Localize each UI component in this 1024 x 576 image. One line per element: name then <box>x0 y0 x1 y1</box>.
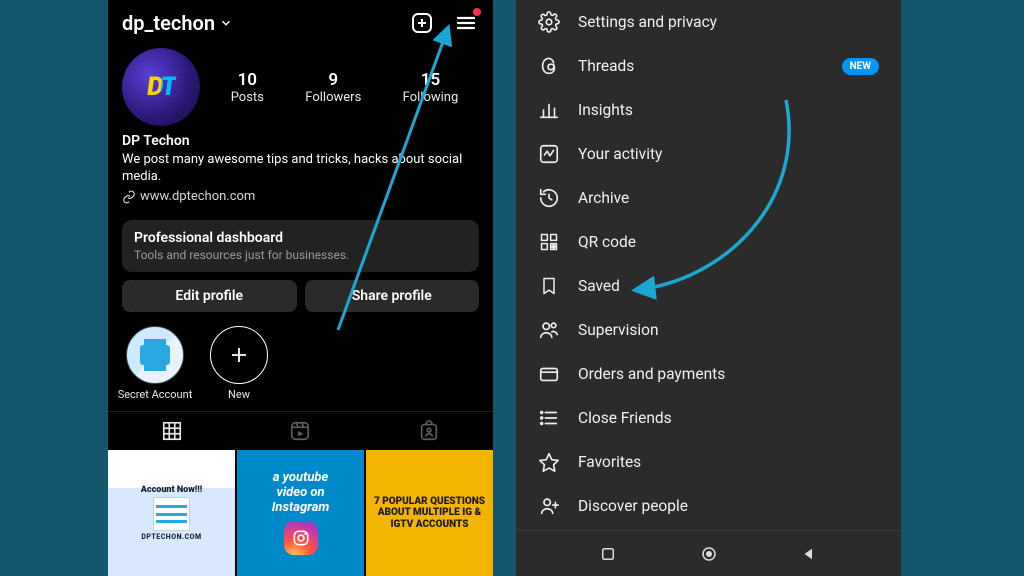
hamburger-menu-button[interactable] <box>453 10 479 36</box>
menu-item-label: Settings and privacy <box>578 13 717 31</box>
highlight-label: New <box>228 388 250 401</box>
android-recents-button[interactable] <box>599 545 617 563</box>
menu-item-qr-code[interactable]: QR code <box>516 220 901 264</box>
new-badge: NEW <box>842 58 879 75</box>
create-post-button[interactable] <box>409 10 435 36</box>
stat-following-label: Following <box>403 90 459 105</box>
favorites-icon <box>538 451 560 473</box>
stat-followers-label: Followers <box>305 90 361 105</box>
post2-line3: Instagram <box>272 501 330 516</box>
menu-item-archive[interactable]: Archive <box>516 176 901 220</box>
bio-website[interactable]: www.dptechon.com <box>122 188 479 206</box>
website-text: www.dptechon.com <box>140 188 255 206</box>
reels-tab[interactable] <box>287 418 313 444</box>
profile-content-tabs <box>108 411 493 450</box>
menu-item-label: Orders and payments <box>578 365 725 383</box>
pro-dash-subtitle: Tools and resources just for businesses. <box>134 248 467 262</box>
phone-menu: Settings and privacy Threads NEW Insights Yo… <box>516 0 901 576</box>
stat-following[interactable]: 15 Following <box>403 70 459 105</box>
menu-item-label: Discover people <box>578 497 688 515</box>
highlight-label: Secret Account <box>118 388 193 401</box>
menu-item-your-activity[interactable]: Your activity <box>516 132 901 176</box>
menu-item-label: Insights <box>578 101 633 119</box>
profile-action-buttons: Edit profile Share profile <box>108 280 493 312</box>
instagram-glyph-icon <box>284 521 318 555</box>
post-title: Account Now!!! <box>141 485 202 495</box>
closefriends-icon <box>538 407 560 429</box>
post2-line2: video on <box>276 486 324 501</box>
post-thumbnail[interactable]: 7 POPULAR QUESTIONS ABOUT MULTIPLE IG & … <box>366 450 493 576</box>
professional-dashboard-card[interactable]: Professional dashboard Tools and resourc… <box>122 220 479 272</box>
posts-grid: Account Now!!! DPTECHON.COM a youtube vi… <box>108 450 493 576</box>
android-home-button[interactable] <box>700 545 718 563</box>
discover-icon <box>538 495 560 517</box>
highlight-secret-account[interactable]: Secret Account <box>122 326 188 401</box>
menu-item-label: Supervision <box>578 321 659 339</box>
menu-item-orders-and-payments[interactable]: Orders and payments <box>516 352 901 396</box>
profile-header: dp_techon <box>108 0 493 42</box>
avatar-logo: DT <box>145 72 177 102</box>
grid-tab[interactable] <box>159 418 185 444</box>
menu-item-supervision[interactable]: Supervision <box>516 308 901 352</box>
post-thumbnail[interactable]: a youtube video on Instagram <box>237 450 364 576</box>
story-highlights: Secret Account New <box>108 312 493 407</box>
menu-item-label: Threads <box>578 57 634 75</box>
menu-item-saved[interactable]: Saved <box>516 264 901 308</box>
insights-icon <box>538 99 560 121</box>
highlight-thumb <box>126 326 184 384</box>
share-profile-button[interactable]: Share profile <box>305 280 480 312</box>
android-nav-bar <box>516 530 901 576</box>
menu-item-threads[interactable]: Threads NEW <box>516 44 901 88</box>
bio-text: We post many awesome tips and tricks, ha… <box>122 151 479 186</box>
supervision-icon <box>538 319 560 341</box>
stat-followers[interactable]: 9 Followers <box>305 70 361 105</box>
menu-item-close-friends[interactable]: Close Friends <box>516 396 901 440</box>
display-name: DP Techon <box>122 132 479 151</box>
stat-following-count: 15 <box>403 70 459 90</box>
pro-dash-title: Professional dashboard <box>134 230 467 246</box>
bio: DP Techon We post many awesome tips and … <box>108 128 493 212</box>
saved-icon <box>538 275 560 297</box>
stat-posts-count: 10 <box>231 70 264 90</box>
username-text: dp_techon <box>122 11 215 35</box>
chevron-down-icon <box>219 16 233 30</box>
plus-icon <box>210 326 268 384</box>
highlight-new[interactable]: New <box>206 326 272 401</box>
menu-item-discover-people[interactable]: Discover people <box>516 484 901 528</box>
gear-icon <box>538 11 560 33</box>
stat-followers-count: 9 <box>305 70 361 90</box>
android-back-button[interactable] <box>800 545 818 563</box>
phone-profile: dp_techon DT <box>108 0 493 576</box>
menu-item-label: Close Friends <box>578 409 672 427</box>
post3-text: 7 POPULAR QUESTIONS ABOUT MULTIPLE IG & … <box>370 496 489 531</box>
menu-item-label: QR code <box>578 233 636 251</box>
edit-profile-button[interactable]: Edit profile <box>122 280 297 312</box>
menu-item-settings-and-privacy[interactable]: Settings and privacy <box>516 0 901 44</box>
activity-icon <box>538 143 560 165</box>
post-footer: DPTECHON.COM <box>141 533 201 541</box>
post-thumbnail[interactable]: Account Now!!! DPTECHON.COM <box>108 450 235 576</box>
stat-posts-label: Posts <box>231 90 264 105</box>
avatar[interactable]: DT <box>122 48 200 126</box>
header-actions <box>409 10 479 36</box>
profile-stats-row: DT 10 Posts 9 Followers 15 Following <box>108 42 493 128</box>
qr-icon <box>538 231 560 253</box>
payments-icon <box>538 363 560 385</box>
menu-item-label: Saved <box>578 277 620 295</box>
settings-menu-list: Settings and privacy Threads NEW Insights Yo… <box>516 0 901 528</box>
menu-item-label: Archive <box>578 189 629 207</box>
link-icon <box>122 190 136 204</box>
menu-item-favorites[interactable]: Favorites <box>516 440 901 484</box>
post2-line1: a youtube <box>273 471 329 486</box>
menu-item-insights[interactable]: Insights <box>516 88 901 132</box>
username-switcher[interactable]: dp_techon <box>122 11 233 35</box>
archive-icon <box>538 187 560 209</box>
menu-item-label: Favorites <box>578 453 641 471</box>
stat-posts[interactable]: 10 Posts <box>231 70 264 105</box>
tagged-tab[interactable] <box>416 418 442 444</box>
threads-icon <box>538 55 560 77</box>
menu-item-label: Your activity <box>578 145 662 163</box>
